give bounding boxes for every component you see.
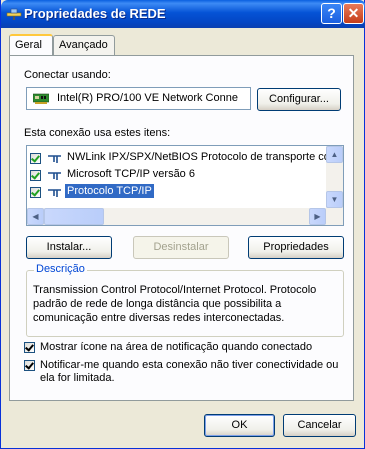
list-item[interactable]: Microsoft TCP/IP versão 6: [27, 167, 327, 184]
notify-label: Notificar-me quando esta conexão não tiv…: [40, 359, 339, 384]
cancel-button[interactable]: Cancelar: [283, 414, 356, 437]
notify-checkbox[interactable]: [24, 360, 35, 371]
description-text: Transmission Control Protocol/Internet P…: [33, 284, 317, 324]
list-item[interactable]: NWLink IPX/SPX/NetBIOS Protocolo de tran…: [27, 150, 330, 167]
help-button[interactable]: ?: [321, 3, 342, 24]
description-group: Descrição Transmission Control Protocol/…: [26, 263, 344, 337]
connect-using-label: Conectar usando:: [24, 69, 111, 81]
dialog-window: Propriedades de REDE ? ✕ Geral Avançado …: [0, 0, 365, 449]
window-title: Propriedades de REDE: [24, 6, 166, 21]
scroll-down-icon[interactable]: ▼: [326, 191, 343, 208]
adapter-field: Intel(R) PRO/100 VE Network Conne: [26, 87, 251, 110]
network-protocol-icon: [48, 172, 61, 180]
scroll-right-icon[interactable]: ▶: [309, 208, 326, 225]
network-protocol-icon: [48, 155, 61, 163]
install-button[interactable]: Instalar...: [26, 236, 112, 259]
item-checkbox[interactable]: [30, 153, 41, 164]
tab-panel-geral: Conectar usando: Intel(R) PRO/100 VE Net…: [9, 55, 354, 401]
items-section-label: Esta conexão usa estes itens:: [24, 127, 171, 139]
item-checkbox[interactable]: [30, 187, 41, 198]
list-item-selected[interactable]: Protocolo TCP/IP: [27, 184, 327, 201]
description-legend: Descrição: [34, 263, 87, 275]
scroll-up-icon[interactable]: ▲: [326, 146, 343, 163]
item-label: Protocolo TCP/IP: [65, 184, 154, 198]
title-bar[interactable]: Propriedades de REDE ? ✕: [1, 0, 365, 28]
item-label: NWLink IPX/SPX/NetBIOS Protocolo de tran…: [67, 151, 330, 163]
tab-avancado[interactable]: Avançado: [53, 35, 115, 55]
item-checkbox[interactable]: [30, 170, 41, 181]
scroll-left-icon[interactable]: ◀: [27, 208, 44, 225]
vertical-scrollbar[interactable]: ▲ ▼: [326, 146, 343, 225]
network-card-icon: [33, 93, 49, 104]
horizontal-scrollbar[interactable]: ◀ ▶: [27, 208, 326, 225]
uninstall-button[interactable]: Desinstalar: [133, 236, 229, 259]
scroll-thumb[interactable]: [44, 208, 104, 225]
show-icon-checkbox[interactable]: [24, 342, 35, 353]
item-label: Microsoft TCP/IP versão 6: [67, 168, 195, 180]
network-connection-icon: [6, 8, 22, 20]
components-list[interactable]: NWLink IPX/SPX/NetBIOS Protocolo de tran…: [26, 145, 344, 226]
properties-button[interactable]: Propriedades: [248, 236, 344, 259]
close-button[interactable]: ✕: [343, 3, 364, 24]
configure-button[interactable]: Configurar...: [257, 88, 341, 111]
adapter-name: Intel(R) PRO/100 VE Network Conne: [57, 92, 238, 104]
network-protocol-icon: [48, 189, 61, 197]
tab-geral[interactable]: Geral: [9, 34, 53, 55]
show-icon-label: Mostrar ícone na área de notificação qua…: [40, 341, 313, 353]
ok-button[interactable]: OK: [204, 414, 275, 437]
